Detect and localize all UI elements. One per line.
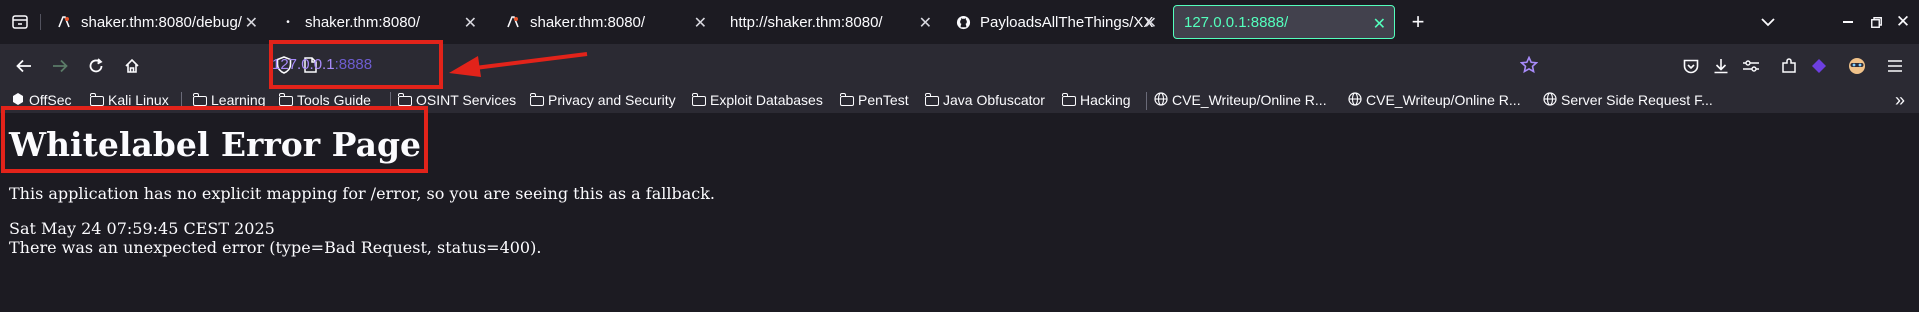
globe-icon — [1154, 91, 1168, 109]
close-tab-icon[interactable]: ✕ — [245, 13, 258, 33]
forward-icon[interactable] — [46, 52, 74, 80]
tab-debug[interactable]: shaker.thm:8080/debug/ ✕ — [46, 6, 266, 38]
bookmark-label: OSINT Services — [416, 92, 517, 108]
close-tab-icon[interactable]: ✕ — [1144, 13, 1157, 33]
tab-bar: shaker.thm:8080/debug/ ✕ • shaker.thm:80… — [0, 0, 1919, 44]
error-message: This application has no explicit mapping… — [9, 184, 715, 203]
bookmark-folder-pentest[interactable]: PenTest — [839, 91, 909, 109]
burp-icon — [56, 14, 72, 30]
dot-icon: • — [286, 16, 290, 28]
tab-label: shaker.thm:8080/debug/ — [81, 13, 242, 31]
bookmark-folder-java-obfuscator[interactable]: Java Obfuscator — [924, 91, 1045, 109]
folder-icon — [691, 93, 706, 106]
tab-shaker-3[interactable]: shaker.thm:8080/ ✕ — [495, 6, 715, 38]
annotation-box-url — [269, 40, 443, 89]
tab-payloads[interactable]: PayloadsAllTheThings/XX ✕ — [945, 6, 1165, 38]
chevron-down-icon[interactable] — [1756, 10, 1780, 34]
tab-shaker-2[interactable]: • shaker.thm:8080/ ✕ — [270, 6, 485, 38]
tab-localhost[interactable]: 127.0.0.1:8888/ ✕ — [1173, 5, 1395, 39]
restore-icon[interactable] — [1864, 10, 1888, 34]
bookmark-folder-privacy-security[interactable]: Privacy and Security — [529, 91, 676, 109]
annotation-arrow-icon — [449, 52, 588, 77]
globe-icon — [1348, 91, 1362, 109]
extension-diamond-icon[interactable] — [1805, 52, 1833, 80]
list-all-tabs-icon[interactable] — [8, 10, 32, 34]
more-bookmarks-icon[interactable]: » — [1890, 90, 1910, 110]
home-icon[interactable] — [118, 52, 146, 80]
close-window-icon[interactable]: ✕ — [1891, 10, 1915, 34]
bookmark-folder-exploit-databases[interactable]: Exploit Databases — [691, 91, 823, 109]
bookmark-folder-hacking[interactable]: Hacking — [1061, 91, 1131, 109]
error-timestamp: Sat May 24 07:59:45 CEST 2025 — [9, 219, 275, 238]
folder-icon — [529, 93, 544, 106]
bookmark-label: Exploit Databases — [710, 92, 823, 108]
folder-icon — [924, 93, 939, 106]
bookmark-cve-writeup-2[interactable]: CVE_Writeup/Online R... — [1348, 91, 1521, 109]
download-icon[interactable] — [1707, 52, 1735, 80]
bookmark-star-icon[interactable] — [1519, 55, 1540, 76]
annotation-box-title — [1, 106, 428, 173]
tab-label: http://shaker.thm:8080/ — [730, 13, 883, 31]
extensions-icon[interactable] — [1775, 52, 1803, 80]
close-tab-icon[interactable]: ✕ — [919, 13, 932, 33]
bookmark-label: Java Obfuscator — [943, 92, 1045, 108]
close-tab-icon[interactable]: ✕ — [464, 13, 477, 33]
tab-label: shaker.thm:8080/ — [305, 13, 421, 31]
bookmark-cve-writeup-1[interactable]: CVE_Writeup/Online R... — [1154, 91, 1327, 109]
github-icon — [955, 14, 971, 30]
bookmark-label: Server Side Request F... — [1561, 92, 1713, 108]
tab-shaker-http[interactable]: http://shaker.thm:8080/ ✕ — [720, 6, 940, 38]
close-tab-icon[interactable]: ✕ — [694, 13, 707, 33]
tab-label: PayloadsAllTheThings/XX — [980, 13, 1154, 31]
pocket-icon[interactable] — [1677, 52, 1705, 80]
bookmark-label: PenTest — [858, 92, 909, 108]
new-tab-icon[interactable]: + — [1404, 8, 1432, 36]
reload-icon[interactable] — [82, 52, 110, 80]
bookmark-label: Privacy and Security — [548, 92, 676, 108]
folder-icon — [89, 93, 104, 106]
error-detail: There was an unexpected error (type=Bad … — [9, 238, 542, 257]
folder-icon — [192, 93, 207, 106]
tab-label: shaker.thm:8080/ — [530, 13, 646, 31]
folder-icon — [839, 93, 854, 106]
back-icon[interactable] — [10, 52, 38, 80]
folder-icon — [1061, 93, 1076, 106]
minimize-icon[interactable] — [1836, 10, 1860, 34]
burp-icon — [505, 14, 521, 30]
bookmark-label: CVE_Writeup/Online R... — [1366, 92, 1521, 108]
hamburger-menu-icon[interactable] — [1881, 52, 1909, 80]
profile-avatar-icon[interactable] — [1843, 52, 1871, 80]
bookmark-label: CVE_Writeup/Online R... — [1172, 92, 1327, 108]
globe-icon — [1543, 91, 1557, 109]
folder-icon — [278, 93, 293, 106]
tab-label: 127.0.0.1:8888/ — [1184, 13, 1289, 31]
folder-icon — [397, 93, 412, 106]
bookmark-ssrf[interactable]: Server Side Request F... — [1543, 91, 1713, 109]
foxyproxy-icon[interactable] — [1737, 52, 1765, 80]
close-tab-icon[interactable]: ✕ — [1373, 14, 1386, 34]
bookmark-label: Hacking — [1080, 92, 1131, 108]
